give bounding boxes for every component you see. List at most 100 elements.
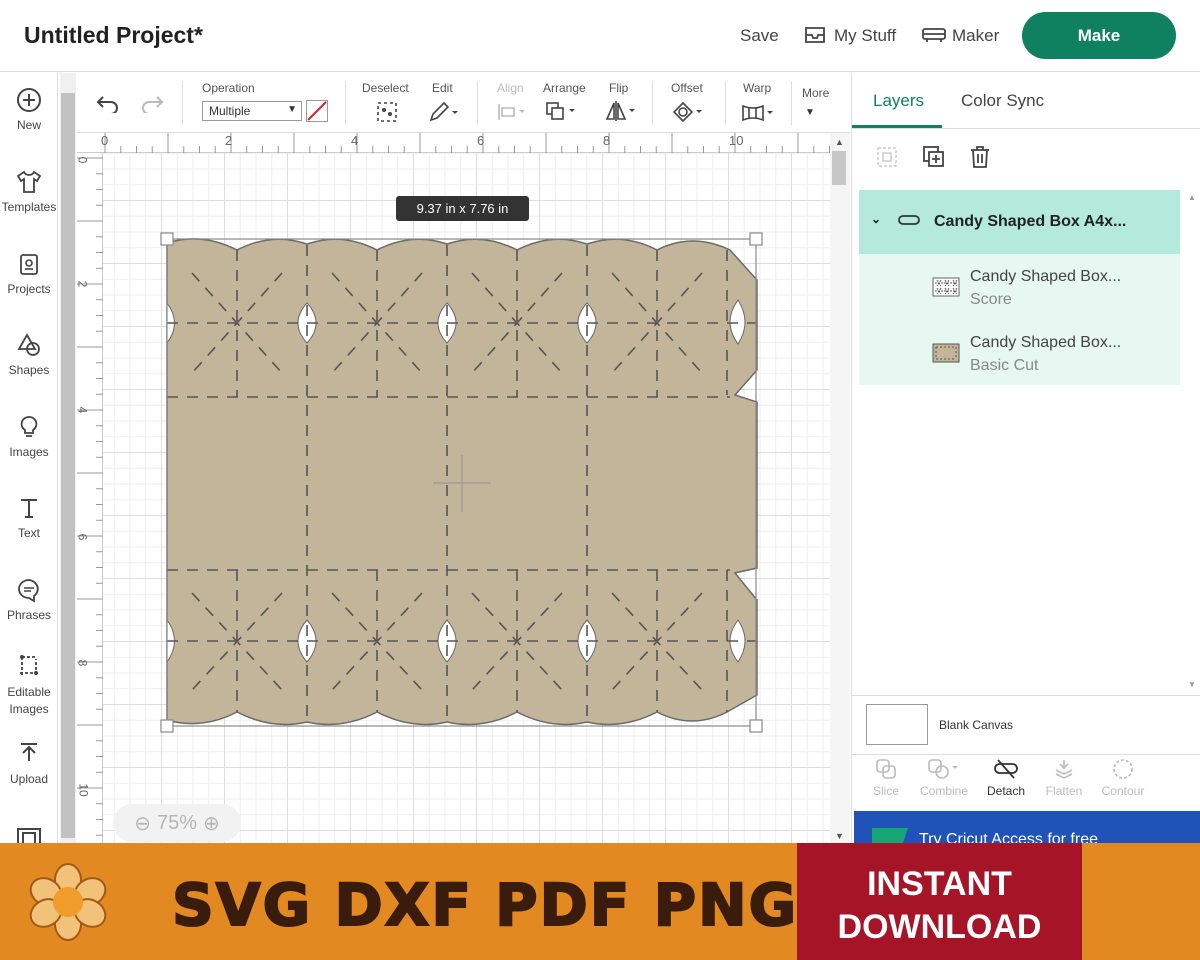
blank-canvas-label: Blank Canvas <box>939 718 1014 732</box>
edit-pencil-icon[interactable] <box>428 101 460 128</box>
design-canvas[interactable] <box>103 153 830 843</box>
my-stuff-link[interactable]: My Stuff <box>834 26 896 46</box>
deselect-icon[interactable] <box>376 101 398 128</box>
warp-icon[interactable] <box>741 103 777 128</box>
contour-icon <box>1113 759 1133 779</box>
ruler-top-label: 10 <box>729 133 744 148</box>
detach-icon <box>994 759 1018 779</box>
layer-item[interactable]: Candy Shaped Box... Basic Cut <box>932 329 1180 391</box>
ruler-left-label: 4 <box>75 406 90 414</box>
plus-circle-icon <box>17 88 41 112</box>
chevron-down-icon: ▼ <box>287 104 297 115</box>
chevron-down-icon[interactable]: ▼ <box>805 107 815 118</box>
inbox-icon <box>804 25 826 50</box>
group-icon <box>876 146 898 173</box>
sidebar-item-upload[interactable]: Upload <box>0 741 58 786</box>
ruler-top-label: 0 <box>101 133 109 148</box>
shirt-icon <box>16 170 42 193</box>
align-label: Align <box>497 81 524 95</box>
sidebar-label: Images <box>9 702 49 716</box>
duplicate-icon[interactable] <box>922 145 946 174</box>
text-icon <box>21 499 37 518</box>
instant-text: INSTANT <box>867 865 1012 903</box>
sidebar-label: Shapes <box>8 363 50 377</box>
canvas-scrollbar[interactable]: ▲ ▼ <box>830 133 850 843</box>
contour-tool: Contour <box>1093 758 1153 798</box>
detach-label: Detach <box>986 784 1026 798</box>
offset-icon[interactable] <box>672 101 706 128</box>
zoom-in-icon[interactable]: ⊕ <box>203 811 220 836</box>
save-button[interactable]: Save <box>740 26 779 46</box>
tab-layers[interactable]: Layers <box>873 91 924 111</box>
more-label[interactable]: More <box>802 86 829 100</box>
scroll-up-icon[interactable]: ▲ <box>835 137 844 147</box>
flatten-label: Flatten <box>1045 784 1083 798</box>
operation-value: Multiple <box>209 104 251 118</box>
detach-tool[interactable]: Detach <box>976 758 1036 798</box>
speech-bubble-icon <box>18 579 39 603</box>
trash-icon[interactable] <box>969 145 991 174</box>
sidebar-item-new[interactable]: New <box>0 87 58 132</box>
group-name: Candy Shaped Box A4x... <box>934 213 1127 230</box>
score-layer-icon <box>932 275 960 304</box>
scroll-down-icon[interactable]: ▼ <box>835 831 844 841</box>
combine-icon <box>928 759 958 779</box>
sidebar-label: Editable <box>7 685 51 699</box>
undo-icon[interactable] <box>95 95 121 118</box>
download-text: DOWNLOAD <box>837 908 1042 946</box>
ruler-left-label: 0 <box>75 156 90 164</box>
flip-label: Flip <box>609 81 629 95</box>
deselect-label: Deselect <box>362 81 409 95</box>
sidebar-item-editable-images[interactable]: Editable Images <box>0 653 58 718</box>
scroll-down-icon[interactable]: ▼ <box>1188 680 1196 689</box>
ruler-left-label: 10 <box>76 783 91 797</box>
candy-box-design[interactable] <box>103 153 830 843</box>
chevron-down-icon[interactable]: ⌄ <box>871 212 881 226</box>
ruler-top-label: 2 <box>225 133 233 148</box>
arrange-icon[interactable] <box>545 101 579 126</box>
sidebar-scrollbar[interactable] <box>60 73 76 843</box>
layer-item[interactable]: Candy Shaped Box... Score <box>932 263 1180 325</box>
flip-icon[interactable] <box>605 101 639 126</box>
zoom-out-icon[interactable]: ⊖ <box>134 811 151 836</box>
ruler-left-label: 2 <box>75 280 90 288</box>
cut-layer-icon <box>932 341 960 370</box>
combine-tool: Combine <box>914 758 974 798</box>
layer-name: Candy Shaped Box... <box>970 268 1122 285</box>
flatten-tool: Flatten <box>1034 758 1094 798</box>
link-icon <box>897 212 921 233</box>
sidebar-item-images[interactable]: Images <box>0 414 58 459</box>
sidebar-label: Text <box>17 526 40 540</box>
scroll-up-icon[interactable]: ▲ <box>1188 193 1196 202</box>
shapes-icon <box>17 333 40 356</box>
promo-banner: SVG DXF PDF PNG INSTANT DOWNLOAD <box>0 843 1200 960</box>
slice-tool: Slice <box>856 758 916 798</box>
blank-canvas-swatch[interactable] <box>866 704 928 745</box>
layers-panel: Layers Color Sync ⌄ Candy Shaped Box A4x… <box>851 73 1200 860</box>
project-title[interactable]: Untitled Project* <box>24 22 203 49</box>
flower-icon <box>29 863 107 941</box>
zoom-level: 75% <box>156 811 198 834</box>
ruler-top-ticks <box>104 133 846 153</box>
maker-selector[interactable]: Maker <box>952 26 999 46</box>
lightbulb-icon <box>20 416 38 437</box>
ruler-left-label: 8 <box>75 659 90 667</box>
make-button[interactable]: Make <box>1022 12 1176 59</box>
redo-icon[interactable] <box>139 95 165 118</box>
layer-group-header[interactable]: ⌄ Candy Shaped Box A4x... <box>859 190 1180 254</box>
edit-toolbar: Operation Multiple ▼ Deselect Edit Align… <box>77 73 850 133</box>
operation-select[interactable]: Multiple ▼ <box>202 101 302 121</box>
sidebar-item-projects[interactable]: Projects <box>0 251 58 296</box>
layer-operation: Score <box>970 291 1012 308</box>
sidebar-item-phrases[interactable]: Phrases <box>0 577 58 622</box>
layer-operation: Basic Cut <box>970 357 1039 374</box>
tab-color-sync[interactable]: Color Sync <box>961 91 1044 111</box>
ruler-top-label: 8 <box>603 133 611 148</box>
sidebar-item-templates[interactable]: Templates <box>0 169 58 214</box>
sidebar-item-shapes[interactable]: Shapes <box>0 332 58 377</box>
sidebar-item-text[interactable]: Text <box>0 495 58 540</box>
color-swatch[interactable] <box>306 100 328 122</box>
zoom-control: ⊖ 75% ⊕ <box>113 804 241 842</box>
ruler-top: 0 2 4 6 8 10 <box>77 133 846 153</box>
edit-label: Edit <box>432 81 453 95</box>
